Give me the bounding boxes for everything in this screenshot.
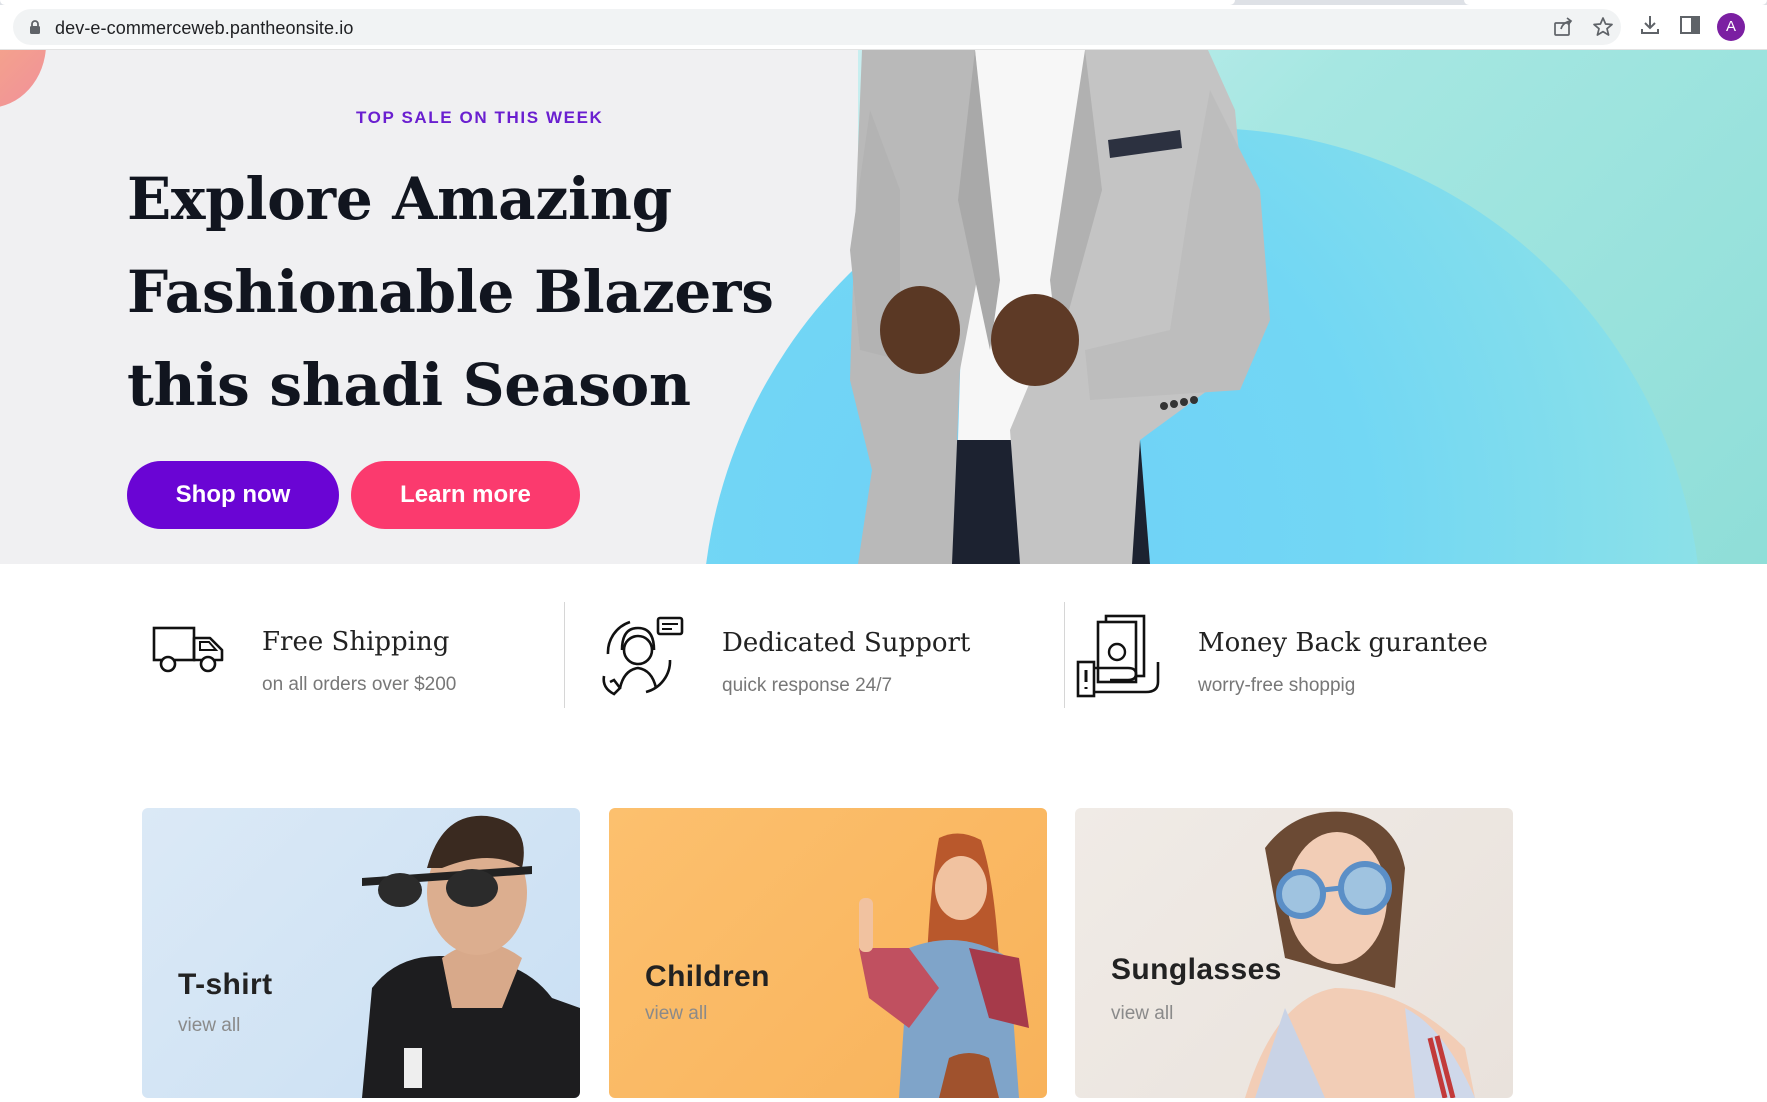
feature-title: Dedicated Support	[722, 628, 971, 658]
hero-title-line: this shadi Season	[127, 351, 691, 419]
address-bar[interactable]: dev-e-commerceweb.pantheonsite.io	[13, 9, 1621, 45]
hero-title: Explore Amazing Fashionable Blazers this…	[127, 153, 807, 432]
tab-strip	[0, 0, 1767, 5]
category-title: T-shirt	[178, 968, 273, 1001]
feature-title: Money Back gurantee	[1198, 628, 1488, 658]
decorative-circle	[0, 50, 46, 108]
feature-divider	[564, 602, 565, 708]
learn-more-button[interactable]: Learn more	[351, 461, 580, 529]
feature-free-shipping: Free Shipping on all orders over $200	[0, 564, 560, 744]
active-tab[interactable]	[0, 0, 1235, 5]
view-all-link[interactable]: view all	[178, 1015, 240, 1037]
support-agent-icon	[602, 616, 684, 696]
category-card-sunglasses[interactable]: Sunglasses view all	[1075, 808, 1513, 1098]
star-icon[interactable]	[1591, 15, 1615, 39]
hero-title-line: Explore Amazing	[127, 165, 672, 233]
category-title: Children	[645, 960, 770, 993]
feature-dedicated-support: Dedicated Support quick response 24/7	[564, 564, 1064, 744]
feature-money-back: Money Back gurantee worry-free shoppig	[1066, 564, 1666, 744]
browser-toolbar: dev-e-commerceweb.pantheonsite.io A	[0, 0, 1767, 50]
view-all-link[interactable]: view all	[1111, 1003, 1173, 1025]
category-card-children[interactable]: Children view all	[609, 808, 1047, 1098]
hero-banner: TOP SALE ON THIS WEEK Explore Amazing Fa…	[0, 50, 1767, 564]
truck-icon	[152, 626, 224, 673]
feature-subtitle: on all orders over $200	[262, 674, 457, 695]
feature-subtitle: worry-free shoppig	[1198, 675, 1356, 696]
lock-icon[interactable]	[29, 20, 41, 34]
view-all-link[interactable]: view all	[645, 1003, 707, 1025]
money-back-icon	[1076, 614, 1160, 698]
side-panel-icon[interactable]	[1677, 12, 1703, 38]
features-row: Free Shipping on all orders over $200 De…	[0, 564, 1767, 744]
feature-title: Free Shipping	[262, 627, 450, 657]
shop-now-button[interactable]: Shop now	[127, 461, 339, 529]
hero-title-line: Fashionable Blazers	[127, 258, 774, 326]
category-title: Sunglasses	[1111, 953, 1282, 986]
blazer-model-image	[850, 50, 1270, 564]
share-icon[interactable]	[1551, 15, 1575, 39]
url-text[interactable]: dev-e-commerceweb.pantheonsite.io	[55, 18, 353, 39]
download-icon[interactable]	[1637, 12, 1663, 38]
children-model-image	[859, 833, 1029, 1098]
category-card-tshirt[interactable]: T-shirt view all	[142, 808, 580, 1098]
background-tab[interactable]	[1464, 0, 1767, 5]
feature-divider	[1064, 602, 1065, 708]
profile-avatar[interactable]: A	[1717, 13, 1745, 41]
feature-subtitle: quick response 24/7	[722, 675, 893, 696]
tshirt-model-image	[362, 815, 580, 1098]
hero-eyebrow: TOP SALE ON THIS WEEK	[356, 108, 604, 127]
